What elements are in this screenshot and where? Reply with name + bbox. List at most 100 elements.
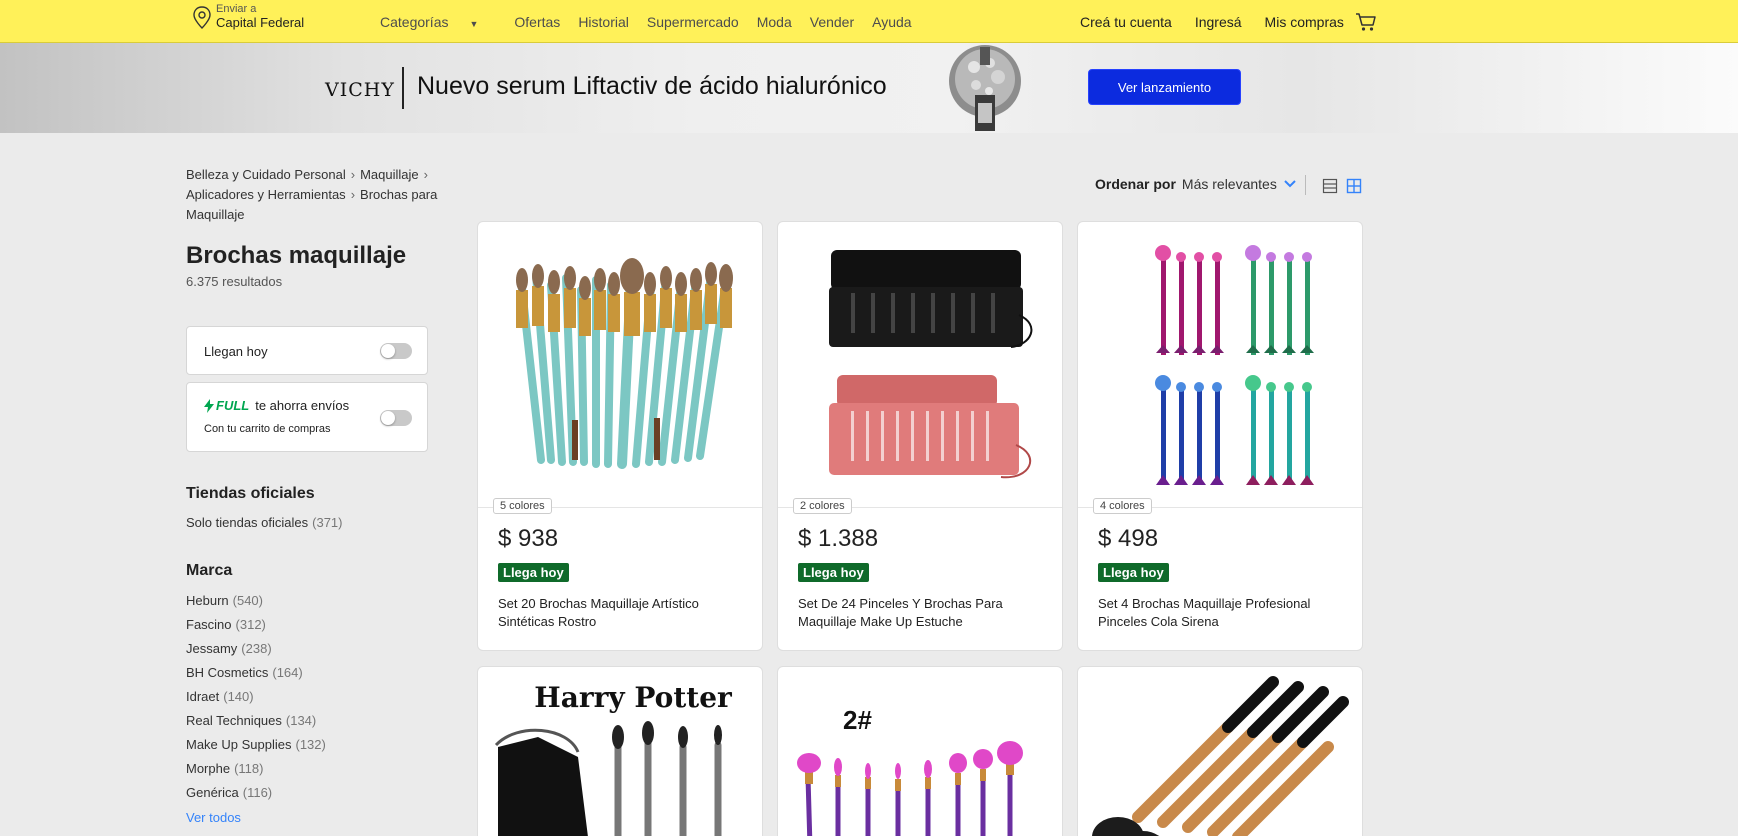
filter-label: Idraet	[186, 689, 220, 704]
filter-count: (164)	[272, 665, 303, 680]
filter-count: (132)	[295, 737, 326, 752]
sort-value: Más relevantes	[1181, 176, 1277, 192]
product-image: 2#	[778, 667, 1062, 836]
marca-filter-heburn[interactable]: Heburn (540)	[186, 593, 263, 608]
results-count: 6.375 resultados	[186, 274, 283, 289]
filter-label: Solo tiendas oficiales	[186, 515, 309, 530]
filter-label: Genérica	[186, 785, 239, 800]
nav-historial[interactable]: Historial	[578, 14, 629, 30]
full-subtext: Con tu carrito de compras	[204, 423, 331, 435]
promo-banner[interactable]: VICHY Nuevo serum Liftactiv de ácido hia…	[0, 43, 1738, 133]
marca-filter-bh-cosmetics[interactable]: BH Cosmetics (164)	[186, 665, 303, 680]
marca-filter-real-techniques[interactable]: Real Techniques (134)	[186, 713, 316, 728]
filter-label: Make Up Supplies	[186, 737, 292, 752]
login-link[interactable]: Ingresá	[1195, 14, 1242, 30]
nav-ayuda[interactable]: Ayuda	[872, 14, 911, 30]
breadcrumb-item[interactable]: Maquillaje	[360, 167, 419, 182]
filter-count: (134)	[285, 713, 317, 728]
chevron-down-icon: ▼	[469, 19, 479, 29]
filter-label: Real Techniques	[186, 713, 282, 728]
color-options-label: 2 colores	[793, 498, 852, 514]
llegan-hoy-label: Llegan hoy	[204, 344, 268, 359]
full-toggle[interactable]	[380, 410, 412, 426]
marca-filter-idraet[interactable]: Idraet (140)	[186, 689, 254, 704]
product-title[interactable]: Set 20 Brochas Maquillaje Artístico Sint…	[498, 595, 748, 631]
breadcrumb-item[interactable]: Belleza y Cuidado Personal	[186, 167, 346, 182]
product-card[interactable]: 5 colores $ 938 Llega hoy Set 20 Brochas…	[477, 221, 763, 651]
chevron-right-icon: ›	[350, 167, 356, 182]
my-purchases-link[interactable]: Mis compras	[1265, 14, 1344, 30]
marca-filter-jessamy[interactable]: Jessamy (238)	[186, 641, 272, 656]
nav-moda[interactable]: Moda	[757, 14, 792, 30]
product-image	[1078, 222, 1362, 508]
grid-view-icon[interactable]	[1346, 178, 1362, 194]
banner-divider	[402, 67, 404, 109]
marca-filter-generica[interactable]: Genérica (116)	[186, 785, 272, 800]
product-card[interactable]: Harry Potter	[477, 666, 763, 836]
color-options-label: 4 colores	[1093, 498, 1152, 514]
list-view-icon[interactable]	[1322, 178, 1338, 194]
product-title[interactable]: Set 4 Brochas Maquillaje Profesional Pin…	[1098, 595, 1348, 631]
product-card[interactable]	[1077, 666, 1363, 836]
lightning-icon	[204, 398, 214, 413]
filter-label: Morphe	[186, 761, 231, 776]
marca-filter-morphe[interactable]: Morphe (118)	[186, 761, 263, 776]
page-title: Brochas maquillaje	[186, 242, 407, 269]
product-title[interactable]: Set De 24 Pinceles Y Brochas Para Maquil…	[798, 595, 1048, 631]
filter-count: (312)	[235, 617, 266, 632]
filter-count: (238)	[241, 641, 272, 656]
nav-categorias-label: Categorías	[380, 14, 449, 30]
tiendas-title: Tiendas oficiales	[186, 485, 315, 502]
nav-vender[interactable]: Vender	[810, 14, 854, 30]
delivery-badge: Llega hoy	[1098, 563, 1169, 582]
image-text: 2#	[843, 705, 872, 735]
launch-button[interactable]: Ver lanzamiento	[1088, 69, 1241, 105]
product-price: $ 498	[1098, 525, 1159, 552]
image-text: Harry Potter	[534, 681, 733, 714]
main-nav: Categorías ▼ Ofertas Historial Supermerca…	[380, 14, 930, 30]
product-image	[478, 222, 762, 508]
sort-label: Ordenar por	[1095, 176, 1176, 192]
filter-label: Jessamy	[186, 641, 238, 656]
delivery-location[interactable]: Enviar a Capital Federal	[192, 3, 304, 31]
filter-count: (140)	[223, 689, 254, 704]
create-account-link[interactable]: Creá tu cuenta	[1080, 14, 1172, 30]
product-image	[1078, 667, 1362, 836]
nav-supermercado[interactable]: Supermercado	[647, 14, 739, 30]
full-logo: FULL	[216, 398, 250, 413]
filter-count: (118)	[234, 761, 264, 776]
llegan-hoy-filter[interactable]: Llegan hoy	[186, 326, 428, 375]
full-filter[interactable]: FULL te ahorra envíos Con tu carrito de …	[186, 382, 428, 452]
cart-icon[interactable]	[1355, 12, 1377, 32]
llegan-hoy-toggle[interactable]	[380, 343, 412, 359]
color-options-label: 5 colores	[493, 498, 552, 514]
filter-label: Fascino	[186, 617, 232, 632]
breadcrumb-item[interactable]: Aplicadores y Herramientas	[186, 187, 346, 202]
product-card[interactable]: 4 colores $ 498 Llega hoy Set 4 Brochas …	[1077, 221, 1363, 651]
chevron-right-icon: ›	[350, 187, 356, 202]
breadcrumb: Belleza y Cuidado Personal › Maquillaje › A…	[186, 165, 461, 225]
product-price: $ 938	[498, 525, 559, 552]
ver-todos-link[interactable]: Ver todos	[186, 810, 241, 825]
full-text: te ahorra envíos	[255, 398, 350, 413]
location-value: Capital Federal	[216, 15, 305, 30]
filter-count: (116)	[242, 785, 273, 800]
product-card[interactable]: 2#	[777, 666, 1063, 836]
chevron-down-icon	[1284, 180, 1296, 188]
location-label: Enviar a	[216, 3, 257, 15]
chevron-right-icon: ›	[423, 167, 428, 182]
filter-label: BH Cosmetics	[186, 665, 269, 680]
nav-categorias[interactable]: Categorías ▼	[380, 14, 496, 30]
marca-filter-make-up-supplies[interactable]: Make Up Supplies (132)	[186, 737, 326, 752]
delivery-badge: Llega hoy	[498, 563, 569, 582]
filter-count: (371)	[312, 515, 343, 530]
marca-filter-fascino[interactable]: Fascino (312)	[186, 617, 266, 632]
sort-dropdown[interactable]: Ordenar por Más relevantes	[1095, 176, 1297, 192]
full-filter-title: FULL te ahorra envíos	[204, 398, 349, 413]
tiendas-oficiales-filter[interactable]: Solo tiendas oficiales (371)	[186, 515, 343, 530]
product-card[interactable]: 2 colores $ 1.388 Llega hoy Set De 24 Pi…	[777, 221, 1063, 651]
product-image: Harry Potter	[478, 667, 762, 836]
account-nav: Creá tu cuenta Ingresá Mis compras	[1080, 14, 1367, 30]
nav-ofertas[interactable]: Ofertas	[514, 14, 560, 30]
location-pin-icon	[193, 6, 211, 29]
